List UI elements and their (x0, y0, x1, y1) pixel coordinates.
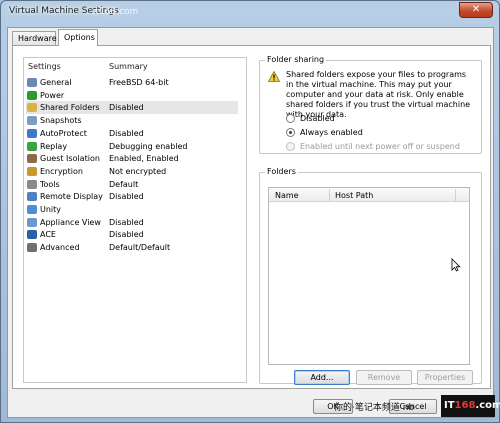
settings-row-summary: Default (109, 179, 139, 189)
settings-row-name: Shared Folders (40, 103, 100, 113)
settings-row-name: Power (40, 90, 65, 100)
column-divider (455, 189, 456, 201)
settings-row-summary: Disabled (109, 192, 144, 202)
settings-row-name: Encryption (40, 166, 83, 176)
title-bar: Virtual Machine Settings it168.com ✕ (1, 1, 499, 25)
settings-row-summary: Not encrypted (109, 166, 167, 176)
snapshot-icon (27, 116, 37, 126)
close-icon: ✕ (471, 4, 481, 15)
summary-column-header: Summary (109, 62, 148, 71)
settings-row-encryption[interactable]: Encryption Not encrypted (26, 165, 238, 178)
appliance-icon (27, 217, 37, 227)
remove-folder-button: Remove (356, 370, 412, 385)
settings-row-summary: Disabled (109, 217, 144, 227)
bottom-watermark: 你的·笔记本频道 nb (334, 400, 414, 413)
settings-row-name: ACE (40, 230, 56, 240)
it168-logo: IT168.com (441, 395, 500, 417)
watermark-text: it168.com (93, 7, 139, 17)
dialog-client-area: Hardware Options Settings Summary Genera… (7, 27, 494, 418)
close-button[interactable]: ✕ (459, 2, 493, 18)
folders-table-header: Name Host Path (269, 188, 469, 202)
options-panel: Settings Summary General FreeBSD 64-bit Po… (12, 45, 491, 389)
settings-row-name: Replay (40, 141, 68, 151)
isolation-icon (27, 154, 37, 164)
settings-row-autoprotect[interactable]: AutoProtect Disabled (26, 127, 238, 140)
settings-row-name: General (40, 78, 72, 87)
settings-row-unity[interactable]: Unity (26, 203, 238, 216)
radio-always-enabled-label: Always enabled (300, 128, 363, 137)
radio-until-poweroff (286, 142, 295, 151)
brand-168: 168 (454, 400, 476, 411)
settings-row-name: Remote Display (40, 192, 103, 202)
settings-list-header: Settings Summary (24, 58, 246, 73)
tab-hardware-label: Hardware (18, 34, 57, 43)
radio-always-enabled[interactable] (286, 128, 295, 137)
settings-row-advanced[interactable]: Advanced Default/Default (26, 241, 238, 254)
autoprotect-icon (27, 128, 37, 138)
column-divider (329, 189, 330, 201)
brand-com: .com (475, 400, 500, 411)
brand-it: IT (444, 400, 455, 411)
folder-sharing-title: Folder sharing (265, 55, 327, 64)
folders-group: Folders Name Host Path Add... Remove Pro… (259, 167, 482, 385)
settings-row-summary: Disabled (109, 230, 144, 240)
settings-row-shared-folders[interactable]: Shared Folders Disabled (26, 101, 238, 115)
settings-list[interactable]: Settings Summary General FreeBSD 64-bit Po… (23, 57, 247, 383)
settings-row-replay[interactable]: Replay Debugging enabled (26, 140, 238, 153)
folders-title: Folders (265, 167, 298, 176)
display-icon (27, 192, 37, 202)
general-icon (27, 78, 37, 87)
settings-row-name: Advanced (40, 243, 80, 253)
watermark-channel: 你的·笔记本频道 (334, 403, 400, 413)
settings-row-summary: FreeBSD 64-bit (109, 78, 169, 87)
settings-row-remote-display[interactable]: Remote Display Disabled (26, 190, 238, 203)
settings-row-snapshots[interactable]: Snapshots (26, 114, 238, 127)
settings-row-ace[interactable]: ACE Disabled (26, 228, 238, 241)
settings-row-name: AutoProtect (40, 128, 87, 138)
name-column-header[interactable]: Name (275, 191, 299, 200)
host-path-column-header[interactable]: Host Path (335, 191, 373, 200)
settings-row-guest-isolation[interactable]: Guest Isolation Enabled, Enabled (26, 152, 238, 165)
advanced-icon (27, 243, 37, 253)
warning-icon (268, 71, 280, 82)
folder-sharing-group: Folder sharing Shared folders expose you… (259, 55, 482, 154)
watermark-site: nb (402, 403, 415, 413)
radio-until-poweroff-label: Enabled until next power off or suspend (300, 142, 460, 151)
settings-row-name: Guest Isolation (40, 154, 100, 164)
settings-row-summary: Disabled (109, 103, 144, 113)
settings-row-summary: Enabled, Enabled (109, 154, 179, 164)
settings-row-summary: Debugging enabled (109, 141, 188, 151)
tab-hardware[interactable]: Hardware (12, 31, 57, 45)
settings-row-tools[interactable]: Tools Default (26, 178, 238, 191)
folder-properties-button: Properties (417, 370, 473, 385)
settings-column-header: Settings (28, 62, 61, 71)
tab-options-label: Options (64, 33, 95, 42)
replay-icon (27, 141, 37, 151)
add-folder-button[interactable]: Add... (294, 370, 350, 385)
ace-icon (27, 230, 37, 240)
settings-row-power[interactable]: Power (26, 89, 238, 102)
settings-row-name: Tools (40, 179, 60, 189)
lock-icon (27, 166, 37, 176)
settings-row-name: Unity (40, 205, 62, 214)
vm-settings-window: Virtual Machine Settings it168.com ✕ Har… (0, 0, 500, 423)
folder-icon (27, 103, 37, 113)
unity-icon (27, 205, 37, 214)
settings-row-name: Snapshots (40, 116, 82, 126)
radio-disabled[interactable] (286, 114, 295, 123)
settings-row-general[interactable]: General FreeBSD 64-bit (26, 76, 238, 89)
settings-row-appliance-view[interactable]: Appliance View Disabled (26, 216, 238, 229)
settings-row-summary: Default/Default (109, 243, 171, 253)
power-icon (27, 90, 37, 100)
mouse-pointer-icon (451, 258, 461, 272)
settings-row-name: Appliance View (40, 217, 101, 227)
folders-table[interactable]: Name Host Path (268, 187, 470, 365)
settings-row-summary: Disabled (109, 128, 144, 138)
tools-icon (27, 179, 37, 189)
tab-options[interactable]: Options (58, 29, 98, 46)
radio-disabled-label: Disabled (300, 114, 335, 123)
